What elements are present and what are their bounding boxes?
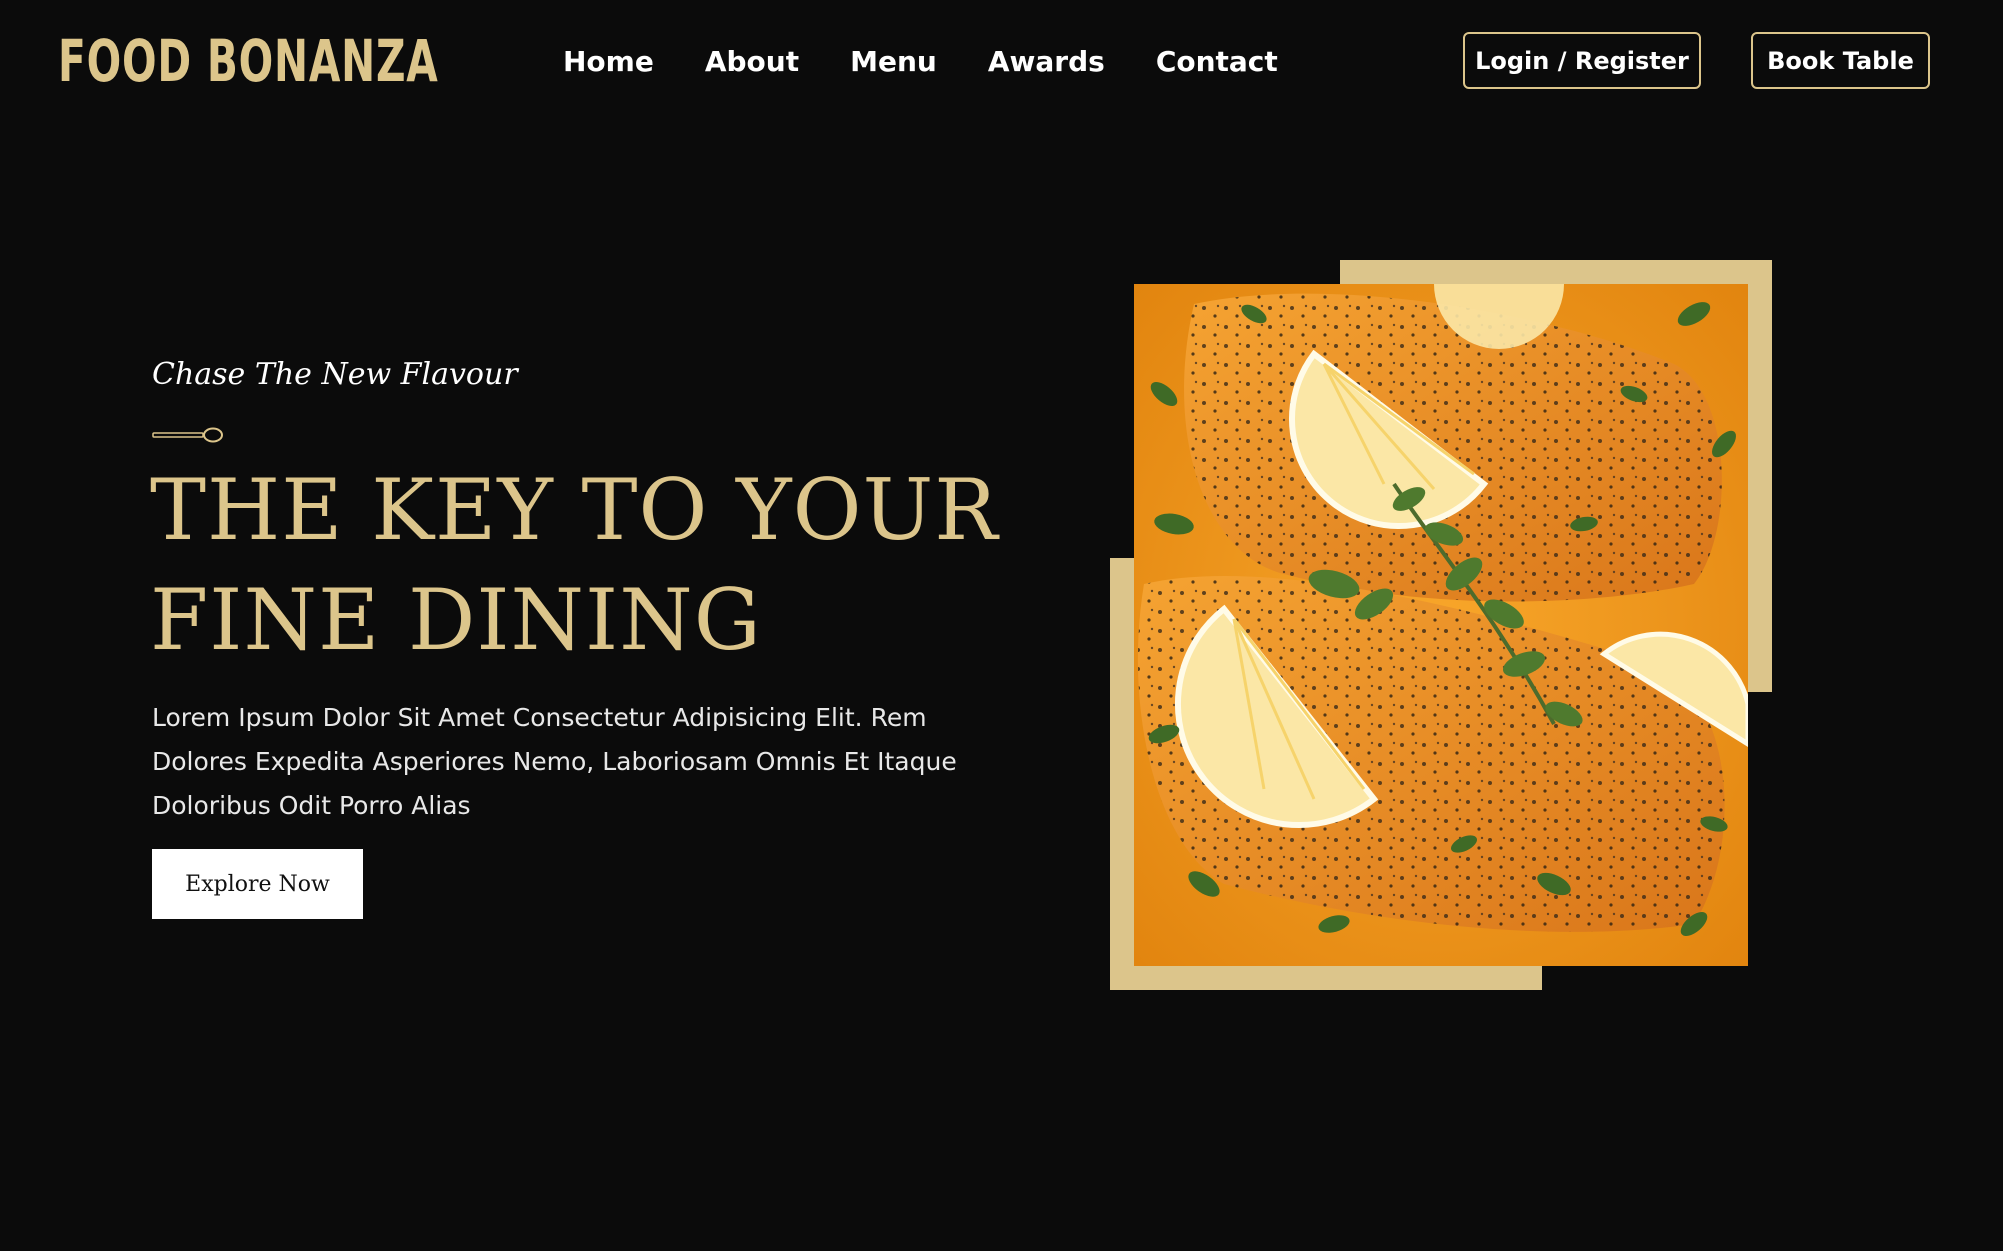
headline-line-1: THE KEY TO YOUR <box>150 461 999 559</box>
description-line-2: Dolores Expedita Asperiores Nemo, Labori… <box>152 747 957 776</box>
description-line-3: Doloribus Odit Porro Alias <box>152 791 471 820</box>
spoon-icon <box>152 427 223 443</box>
nav-menu[interactable]: Menu <box>850 45 937 78</box>
hero-tagline: Chase The New Flavour <box>152 357 518 392</box>
headline-line-2: FINE DINING <box>150 571 762 669</box>
logo[interactable]: FOOD BONANZA <box>58 28 439 94</box>
hero-food-photo <box>1134 284 1748 966</box>
nav-awards[interactable]: Awards <box>988 45 1105 78</box>
description-line-1: Lorem Ipsum Dolor Sit Amet Consectetur A… <box>152 703 927 732</box>
hero-headline: THE KEY TO YOUR FINE DINING <box>150 455 1030 675</box>
nav-contact[interactable]: Contact <box>1156 45 1278 78</box>
hero-description: Lorem Ipsum Dolor Sit Amet Consectetur A… <box>152 696 982 828</box>
main-nav: Home About Menu Awards Contact <box>563 40 1278 82</box>
login-register-button[interactable]: Login / Register <box>1463 32 1701 89</box>
explore-now-button[interactable]: Explore Now <box>152 849 363 919</box>
page-edge <box>2003 0 2007 1251</box>
book-table-button[interactable]: Book Table <box>1751 32 1930 89</box>
nav-about[interactable]: About <box>705 45 799 78</box>
nav-home[interactable]: Home <box>563 45 654 78</box>
